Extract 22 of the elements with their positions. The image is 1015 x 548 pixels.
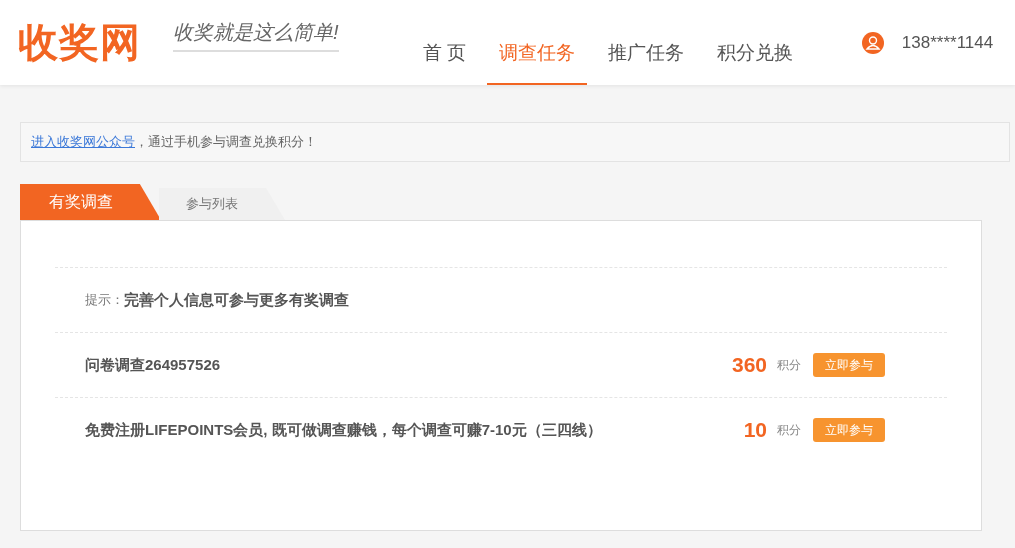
nav-link[interactable]: 首 页	[410, 22, 478, 85]
points-unit: 积分	[777, 356, 801, 374]
survey-title: 免费注册LIFEPOINTS会员, 既可做调查赚钱，每个调查可赚7-10元（三四线）	[85, 420, 603, 440]
logo[interactable]: 收奖网	[18, 15, 141, 70]
notice-text: ，通过手机参与调查兑换积分！	[135, 133, 317, 151]
official-account-link[interactable]: 进入收奖网公众号	[31, 133, 135, 151]
survey-title: 问卷调查264957526	[85, 355, 222, 375]
points-value: 10	[743, 418, 767, 442]
tab[interactable]: 参与列表	[159, 188, 285, 220]
user-icon[interactable]	[861, 31, 884, 54]
user-phone[interactable]: 138****1144	[901, 32, 994, 53]
tab[interactable]: 有奖调查	[20, 184, 161, 220]
nav-link[interactable]: 推广任务	[595, 22, 696, 85]
points-unit: 积分	[777, 421, 801, 439]
nav-link[interactable]: 调查任务	[486, 22, 587, 85]
points-value: 360	[731, 353, 767, 377]
nav-link[interactable]: 积分兑换	[704, 22, 805, 85]
join-button[interactable]: 立即参与	[813, 353, 885, 377]
slogan: 收奖就是这么简单!	[173, 19, 339, 52]
tip-text: 完善个人信息可参与更多有奖调查	[124, 290, 349, 310]
join-button[interactable]: 立即参与	[813, 418, 885, 442]
tip-label: 提示：	[85, 291, 124, 309]
